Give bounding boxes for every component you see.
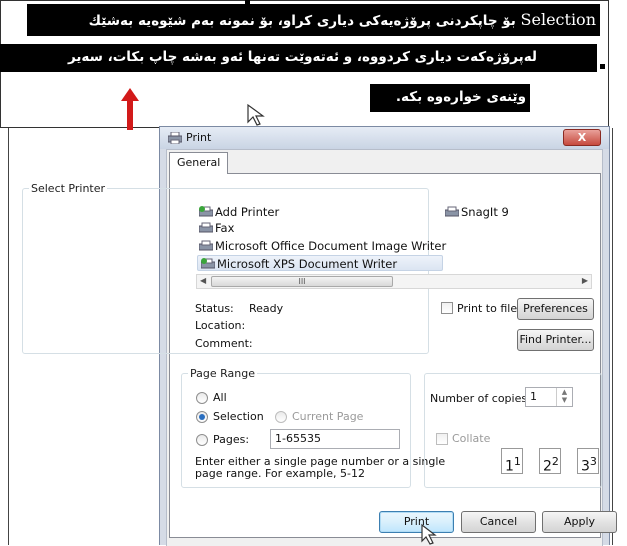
print-to-file-label: Print to file (457, 302, 518, 315)
close-icon: X (577, 131, 587, 144)
printer-item-xps-document-writer[interactable]: Microsoft XPS Document Writer (197, 255, 443, 271)
selected-text-line-2-content: لەپرۆژەکەت دیاری کردووە، و ئەتەوێت تەنها… (67, 49, 537, 65)
selected-text-line-1-content: بۆ چاپکردنی پرۆژەیەکی دیاری کراو، بۆ نمو… (88, 13, 516, 29)
collate-checkbox[interactable] (436, 433, 448, 445)
printer-icon (199, 240, 213, 251)
page-range-legend: Page Range (188, 367, 257, 380)
scroll-right-icon[interactable]: ▶ (582, 276, 588, 285)
range-hint-line-2: page range. For example, 5-12 (195, 467, 365, 480)
selected-text-latin-word: Selection (520, 10, 596, 29)
collate-page: 11 (501, 448, 523, 475)
scroll-left-icon[interactable]: ◀ (200, 276, 206, 285)
tab-general[interactable]: General (169, 152, 229, 174)
spin-down-icon[interactable]: ▼ (557, 396, 572, 404)
printer-list-scrollbar[interactable]: ◀ III ▶ (196, 274, 592, 289)
printer-item-add-printer[interactable]: Add Printer (199, 204, 279, 220)
selected-text-line-3[interactable]: وێنەی خوارەوە بکە. (370, 84, 530, 112)
selected-text-line-1[interactable]: Selection بۆ چاپکردنی پرۆژەیەکی دیاری کر… (27, 4, 600, 36)
printer-name: Microsoft XPS Document Writer (217, 257, 398, 271)
red-annotation-arrow-icon (121, 88, 139, 130)
printer-icon (168, 132, 182, 144)
collate-label: Collate (452, 432, 491, 445)
range-selection-label: Selection (213, 410, 264, 423)
printer-item-fax[interactable]: Fax (199, 220, 234, 236)
resize-handle[interactable] (245, 0, 250, 5)
selected-text-line-2[interactable]: لەپرۆژەکەت دیاری کردووە، و ئەتەوێت تەنها… (0, 44, 597, 72)
comment-label: Comment: (195, 337, 253, 350)
range-current-page-radio[interactable] (275, 411, 287, 423)
status-value: Ready (249, 302, 284, 315)
printer-name: Fax (215, 221, 235, 235)
mouse-cursor-icon (421, 523, 437, 545)
printer-item-snagit[interactable]: SnagIt 9 (445, 204, 509, 220)
spin-up-icon[interactable]: ▲ (557, 388, 572, 396)
scrollbar-grip: III (298, 277, 306, 286)
document-margin-line-left (8, 128, 9, 545)
printer-item-office-document-image-writer[interactable]: Microsoft Office Document Image Writer (199, 238, 446, 254)
dialog-titlebar[interactable]: Print X (160, 127, 609, 149)
pages-input[interactable]: 1-65535 (270, 429, 400, 449)
print-button[interactable]: Print (379, 511, 454, 533)
range-current-page-label: Current Page (292, 410, 364, 423)
range-pages-label: Pages: (213, 433, 250, 446)
cancel-button[interactable]: Cancel (461, 511, 536, 533)
preferences-button[interactable]: Preferences (517, 298, 594, 320)
select-printer-legend: Select Printer (29, 182, 108, 195)
dialog-title: Print (186, 131, 212, 144)
printer-icon (199, 222, 213, 233)
document-margin-line-right (612, 128, 613, 545)
scrollbar-thumb[interactable]: III (211, 276, 393, 287)
printer-name: SnagIt 9 (461, 205, 509, 219)
copies-input[interactable]: 1 ▲ ▼ (525, 387, 573, 407)
printer-icon (201, 258, 215, 269)
collate-page: 33 (577, 448, 599, 475)
copies-spinner[interactable]: ▲ ▼ (556, 388, 572, 406)
printer-icon (445, 206, 459, 217)
printer-name: Add Printer (215, 205, 280, 219)
resize-handle[interactable] (24, 64, 29, 69)
range-all-radio[interactable] (196, 392, 208, 404)
copies-value: 1 (530, 390, 537, 403)
range-selection-radio[interactable] (196, 411, 208, 423)
status-label: Status: (195, 302, 234, 315)
add-printer-icon (199, 206, 213, 217)
find-printer-button[interactable]: Find Printer... (517, 329, 594, 351)
range-pages-radio[interactable] (196, 434, 208, 446)
collate-illustration: 11 22 33 (501, 440, 606, 476)
location-label: Location: (195, 319, 246, 332)
close-button[interactable]: X (563, 129, 601, 146)
apply-button[interactable]: Apply (542, 511, 617, 533)
selected-text-line-3-content: وێنەی خوارەوە بکە. (395, 89, 526, 105)
mouse-cursor-icon (247, 103, 265, 126)
resize-handle[interactable] (600, 64, 605, 69)
printer-name: Microsoft Office Document Image Writer (215, 239, 447, 253)
copies-label: Number of copies: (430, 392, 531, 405)
collate-page: 22 (539, 448, 561, 475)
print-to-file-checkbox[interactable] (441, 302, 453, 314)
range-all-label: All (213, 391, 227, 404)
